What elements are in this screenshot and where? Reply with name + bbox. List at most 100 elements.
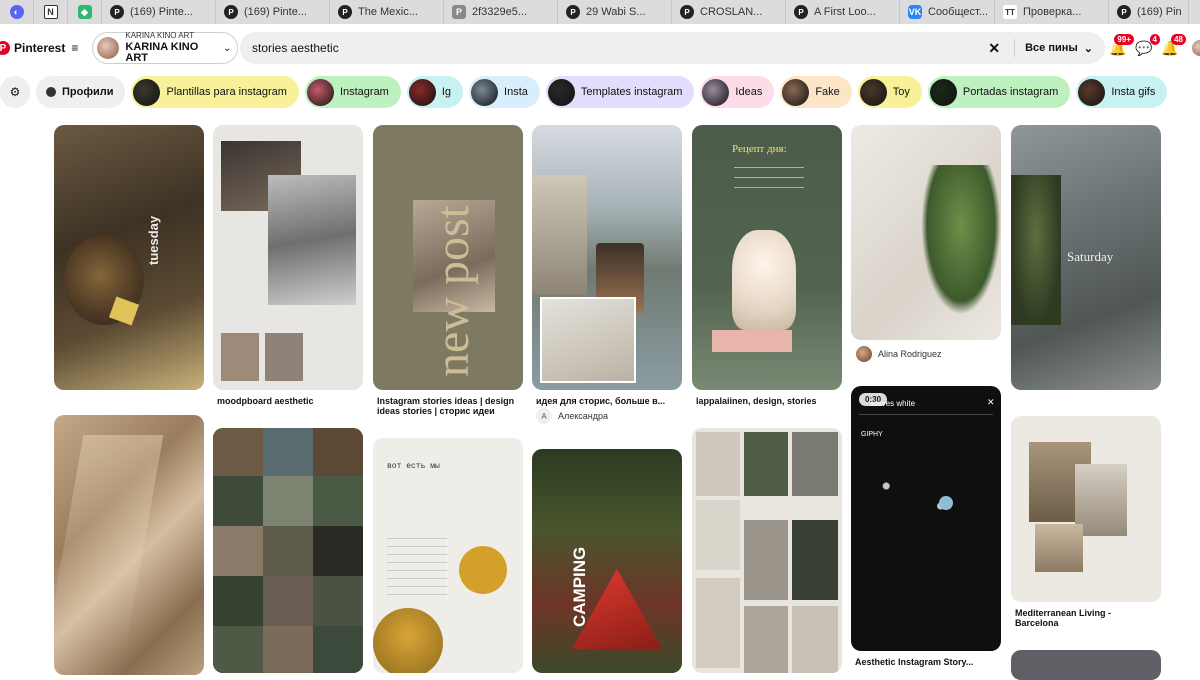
chip-thumbnail [408,78,436,106]
browser-tab[interactable]: N [34,0,68,24]
updates-icon[interactable]: 🔔 48 [1160,32,1186,64]
author-name: Alina Rodriguez [878,349,942,359]
clear-search-icon[interactable]: ✕ [988,40,1000,57]
sliders-icon: ⚙ [9,85,21,99]
discord-icon: ◐ [9,5,24,19]
pin-shadow-light[interactable] [54,415,204,675]
pin-tea-tuesday[interactable]: tuesday [54,125,204,390]
gif-search-text: leaves white [871,399,916,408]
light-beam [54,435,164,655]
giphy-label: GIPHY [861,431,883,438]
pin-title[interactable]: Instagram stories ideas | design ideas s… [377,396,522,416]
person-icon [46,87,56,97]
filter-chip[interactable]: Plantillas para instagram [131,76,299,108]
filter-chip[interactable]: Insta [469,76,540,108]
filter-chip[interactable]: Templates instagram [545,76,695,108]
chip-label: Insta gifs [1111,86,1156,98]
browser-tab[interactable]: TT Проверка... [995,0,1109,24]
chip-thumbnail [782,78,810,106]
browser-tab[interactable]: VK Сообщест... [900,0,995,24]
pin-author[interactable]: Alina Rodriguez [856,346,942,362]
pin-plant-shadow[interactable] [851,125,1001,340]
pin-story-collage[interactable] [692,428,842,673]
filter-chip[interactable]: Ig [406,76,464,108]
board-lines [734,167,804,197]
pin-cat-board[interactable]: Рецепт дня: [692,125,842,390]
chip-label: Insta [504,86,528,98]
messages-icon[interactable]: 💬 4 [1134,32,1160,64]
pin-title[interactable]: moodpboard aesthetic [217,396,362,406]
header: P Pinterest ≡ KARINA KINO ART KARINA KIN… [0,24,1200,72]
browser-tab-label: (169) Pin [1137,6,1182,18]
book-stack [712,330,792,352]
browser-tab[interactable]: 29 Wabi S... [558,0,672,24]
browser-tab[interactable]: (169) Pinte... [216,0,330,24]
browser-tab-label: (169) Pinte... [130,6,193,18]
search-bar[interactable]: stories aesthetic ✕ Все пины ⌄ [240,32,1105,64]
yellow-circle [459,546,507,594]
browser-tab-label: 29 Wabi S... [586,6,646,18]
pin-handwritten-note[interactable]: вот есть мы [373,438,523,673]
close-icon[interactable]: ✕ [987,397,995,408]
pin-partial-bottom[interactable] [1011,650,1161,680]
browser-tab-label: (169) Pinte... [244,6,307,18]
pinterest-icon [1117,5,1131,19]
pin-camping[interactable]: CAMPING [532,449,682,673]
filter-chip[interactable]: Fake [780,76,852,108]
author-avatar [856,346,872,362]
browser-tab[interactable]: ◐ [0,0,34,24]
pin-title[interactable]: Mediterranean Living - Barcelona [1015,608,1155,628]
browser-tab[interactable]: A First Loo... [786,0,900,24]
pin-title[interactable]: идея для сторис, больше в... [536,396,681,406]
notifications-badge: 99+ [1114,34,1134,45]
filter-chip[interactable]: Ideas [700,76,775,108]
chip-thumbnail [133,78,161,106]
account-switcher[interactable]: KARINA KINO ART KARINA KINO ART ⌄ [92,32,239,64]
pin-giphy-story[interactable]: 0:30 leaves white ✕ GIPHY [851,386,1001,651]
pin-title[interactable]: Aesthetic Instagram Story... [855,657,1000,667]
pin-mediterranean[interactable] [1011,416,1161,602]
filter-chip[interactable]: Toy [857,76,922,108]
browser-tab[interactable]: (169) Pinte... [102,0,216,24]
chip-thumbnail [471,78,499,106]
pinterest-icon [680,5,694,19]
pin-cliffs-collage[interactable] [532,125,682,390]
filters-button[interactable]: ⚙ [0,76,30,108]
pinterest-logo-icon: P [0,41,10,55]
browser-tab[interactable]: ◆ [68,0,102,24]
filter-chip[interactable]: Insta gifs [1076,76,1168,108]
filter-chip[interactable]: Instagram [304,76,401,108]
pin-new-post[interactable]: new post [373,125,523,390]
chip-label: Toy [892,86,910,98]
chip-label: Fake [815,86,840,98]
browser-tab-label: Проверка... [1023,6,1082,18]
chip-label: Plantillas para instagram [166,86,287,98]
p-icon: P [452,5,466,19]
search-scope-dropdown[interactable]: Все пины ⌄ [1025,42,1093,55]
notifications-bell-icon[interactable]: 🔔 99+ [1108,32,1134,64]
profiles-chip[interactable]: Профили [36,76,126,108]
chip-thumbnail [859,78,887,106]
room-photo [540,297,636,383]
browser-tab[interactable]: CROSLAN... [672,0,786,24]
menu-icon[interactable]: ≡ [71,41,78,55]
profile-avatar[interactable] [1192,40,1200,56]
green-tag-icon: ◆ [77,5,92,19]
pin-moodboard[interactable] [213,125,363,390]
vk-icon: VK [908,5,922,19]
browser-tab[interactable]: P 2f3329e5... [444,0,558,24]
pin-saturday-window[interactable]: Saturday [1011,125,1161,390]
pinterest-logo[interactable]: P Pinterest [0,41,65,55]
pin-author[interactable]: А Александра [536,408,608,424]
filter-chip[interactable]: Portadas instagram [927,76,1071,108]
logo-text: Pinterest [14,41,66,55]
search-input[interactable]: stories aesthetic [252,41,988,55]
pin-forest-collage[interactable] [213,428,363,673]
browser-tab[interactable]: (169) Pin [1109,0,1189,24]
leaf-stickers [859,446,995,646]
note-heading: вот есть мы [387,462,440,471]
pinterest-icon [338,5,352,19]
pin-title[interactable]: lappalaiinen, design, stories [696,396,841,406]
browser-tab[interactable]: The Mexic... [330,0,444,24]
tt-icon: TT [1003,5,1017,19]
